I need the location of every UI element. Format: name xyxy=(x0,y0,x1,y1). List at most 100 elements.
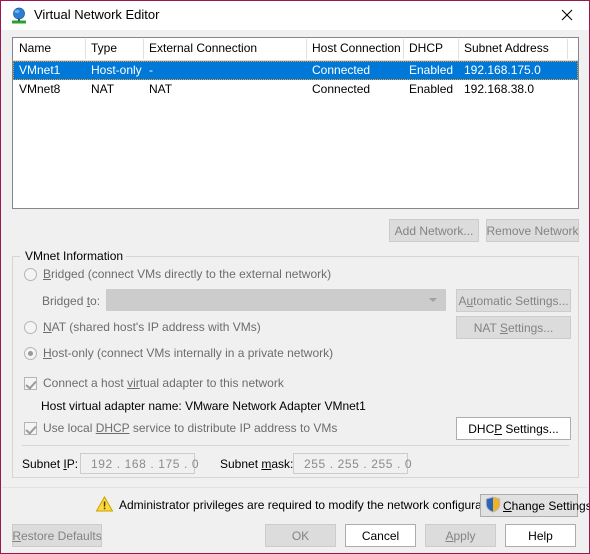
label-prefix: Subnet xyxy=(22,457,64,471)
table-row[interactable]: VMnet8 NAT NAT Connected Enabled 192.168… xyxy=(13,80,578,99)
warning-triangle-icon xyxy=(95,495,114,512)
cell-subnet-address: 192.168.175.0 xyxy=(464,63,541,77)
ok-button[interactable]: OK xyxy=(265,524,336,547)
label-suffix: Settings... xyxy=(502,421,559,436)
remove-network-label: Remove Network xyxy=(486,223,579,238)
bridged-to-label: Bridged to: xyxy=(42,294,100,308)
checkbox-use-local-dhcp-indicator xyxy=(24,421,37,435)
label-suffix: service to distribute IP address to VMs xyxy=(129,421,338,435)
column-divider xyxy=(306,39,307,59)
label-prefix: Connect a host xyxy=(43,376,128,390)
label-suffix: estore Defaults xyxy=(20,528,102,543)
radio-host-only-label: Host-only (connect VMs internally in a p… xyxy=(43,346,333,360)
network-list[interactable]: Name Type External Connection Host Conne… xyxy=(12,37,579,209)
label-suffix: pply xyxy=(453,528,476,543)
cell-external-connection: NAT xyxy=(149,82,173,96)
radio-nat-indicator xyxy=(24,320,37,334)
mnemonic: DHCP xyxy=(95,421,130,435)
apply-label: Apply xyxy=(445,529,475,543)
automatic-settings-label: Automatic Settings... xyxy=(458,294,568,308)
network-list-header: Name Type External Connection Host Conne… xyxy=(13,38,578,61)
subnet-mask-input[interactable]: 255 . 255 . 255 . 0 xyxy=(293,453,412,474)
checkbox-use-local-dhcp[interactable]: Use local DHCP service to distribute IP … xyxy=(24,421,337,435)
change-settings-button[interactable]: Change Settings xyxy=(480,494,589,517)
label-prefix: Subnet xyxy=(220,457,262,471)
checkbox-connect-host-adapter-label: Connect a host virtual adapter to this n… xyxy=(43,376,284,390)
help-button[interactable]: Help xyxy=(505,524,576,547)
cell-host-connection: Connected xyxy=(312,63,371,77)
checkbox-connect-host-adapter[interactable]: Connect a host virtual adapter to this n… xyxy=(24,376,284,390)
mnemonic: H xyxy=(43,346,52,360)
window-title: Virtual Network Editor xyxy=(34,7,160,22)
subnet-ip-input[interactable]: 192 . 168 . 175 . 0 xyxy=(80,453,199,474)
label-suffix: P: xyxy=(66,457,79,471)
label-suffix: tomatic Settings... xyxy=(473,293,569,308)
mnemonic: A xyxy=(445,528,454,543)
bridged-to-dropdown[interactable] xyxy=(106,289,446,311)
cancel-button[interactable]: Cancel xyxy=(345,524,416,547)
checkbox-use-local-dhcp-label: Use local DHCP service to distribute IP … xyxy=(43,421,337,435)
title-bar: Virtual Network Editor xyxy=(1,1,589,31)
ok-label: OK xyxy=(291,528,310,543)
nat-settings-button[interactable]: NAT Settings... xyxy=(456,316,571,339)
radio-host-only[interactable]: Host-only (connect VMs internally in a p… xyxy=(24,346,333,360)
subnet-ip-value: 192 . 168 . 175 . 0 xyxy=(91,456,200,471)
radio-nat-label: NAT (shared host's IP address with VMs) xyxy=(43,320,261,334)
help-label: Help xyxy=(528,528,553,543)
column-header-subnet-address[interactable]: Subnet Address xyxy=(464,41,549,55)
label-suffix: tual adapter to this network xyxy=(139,376,284,390)
subnet-ip-label: Subnet IP: xyxy=(22,457,78,471)
column-divider xyxy=(143,39,144,59)
remove-network-button[interactable]: Remove Network xyxy=(486,219,579,242)
cell-type: Host-only xyxy=(91,63,142,77)
section-divider xyxy=(22,445,569,446)
apply-button[interactable]: Apply xyxy=(425,524,496,547)
radio-nat-text: AT (shared host's IP address with VMs) xyxy=(51,320,261,334)
label-suffix: hange Settings xyxy=(511,498,590,513)
add-network-button[interactable]: Add Network... xyxy=(389,219,479,242)
dhcp-settings-button[interactable]: DHCP Settings... xyxy=(456,417,571,440)
label-suffix: ettings... xyxy=(507,320,554,335)
cell-dhcp: Enabled xyxy=(409,63,454,77)
mnemonic: vir xyxy=(127,376,140,390)
radio-bridged[interactable]: Bridged (connect VMs directly to the ext… xyxy=(24,267,331,281)
group-border-left xyxy=(12,256,20,257)
subnet-mask-value: 255 . 255 . 255 . 0 xyxy=(304,456,413,471)
cell-host-connection: Connected xyxy=(312,82,371,96)
radio-bridged-text: ridged (connect VMs directly to the exte… xyxy=(51,267,332,281)
column-divider xyxy=(458,39,459,59)
radio-host-only-indicator xyxy=(24,346,37,360)
cell-external-connection: - xyxy=(149,63,153,77)
column-header-type[interactable]: Type xyxy=(91,41,117,55)
column-header-host-connection[interactable]: Host Connection xyxy=(312,41,401,55)
column-divider xyxy=(567,39,568,59)
mnemonic: C xyxy=(503,498,512,513)
bridged-to-label-prefix: Bridged xyxy=(42,294,87,308)
radio-host-only-text: ost-only (connect VMs internally in a pr… xyxy=(51,346,334,360)
virtual-network-editor-window: Virtual Network Editor Name Type Externa… xyxy=(0,0,590,554)
automatic-settings-button[interactable]: Automatic Settings... xyxy=(456,289,571,312)
dhcp-settings-label: DHCP Settings... xyxy=(468,422,559,436)
nat-settings-label: NAT Settings... xyxy=(474,321,554,335)
restore-defaults-button[interactable]: Restore Defaults xyxy=(12,524,102,547)
column-header-name[interactable]: Name xyxy=(19,41,51,55)
checkbox-connect-host-adapter-indicator xyxy=(24,376,37,390)
column-header-dhcp[interactable]: DHCP xyxy=(409,41,443,55)
close-icon[interactable] xyxy=(544,1,589,29)
cell-subnet-address: 192.168.38.0 xyxy=(464,82,535,96)
table-row[interactable]: VMnet1 Host-only - Connected Enabled 192… xyxy=(13,61,578,80)
label-prefix: DHC xyxy=(468,421,495,436)
column-divider xyxy=(403,39,404,59)
subnet-mask-label: Subnet mask: xyxy=(220,457,293,471)
mnemonic: P xyxy=(494,421,503,436)
column-header-external-connection[interactable]: External Connection xyxy=(149,41,257,55)
cancel-label: Cancel xyxy=(361,528,400,543)
restore-defaults-label: Restore Defaults xyxy=(12,529,101,543)
label-suffix: ask: xyxy=(271,457,294,471)
label-prefix: Use local xyxy=(43,421,96,435)
mnemonic: S xyxy=(499,320,508,335)
radio-nat[interactable]: NAT (shared host's IP address with VMs) xyxy=(24,320,261,334)
mnemonic: R xyxy=(12,528,21,543)
mnemonic: B xyxy=(43,267,52,281)
host-virtual-adapter-name: Host virtual adapter name: VMware Networ… xyxy=(41,399,366,413)
